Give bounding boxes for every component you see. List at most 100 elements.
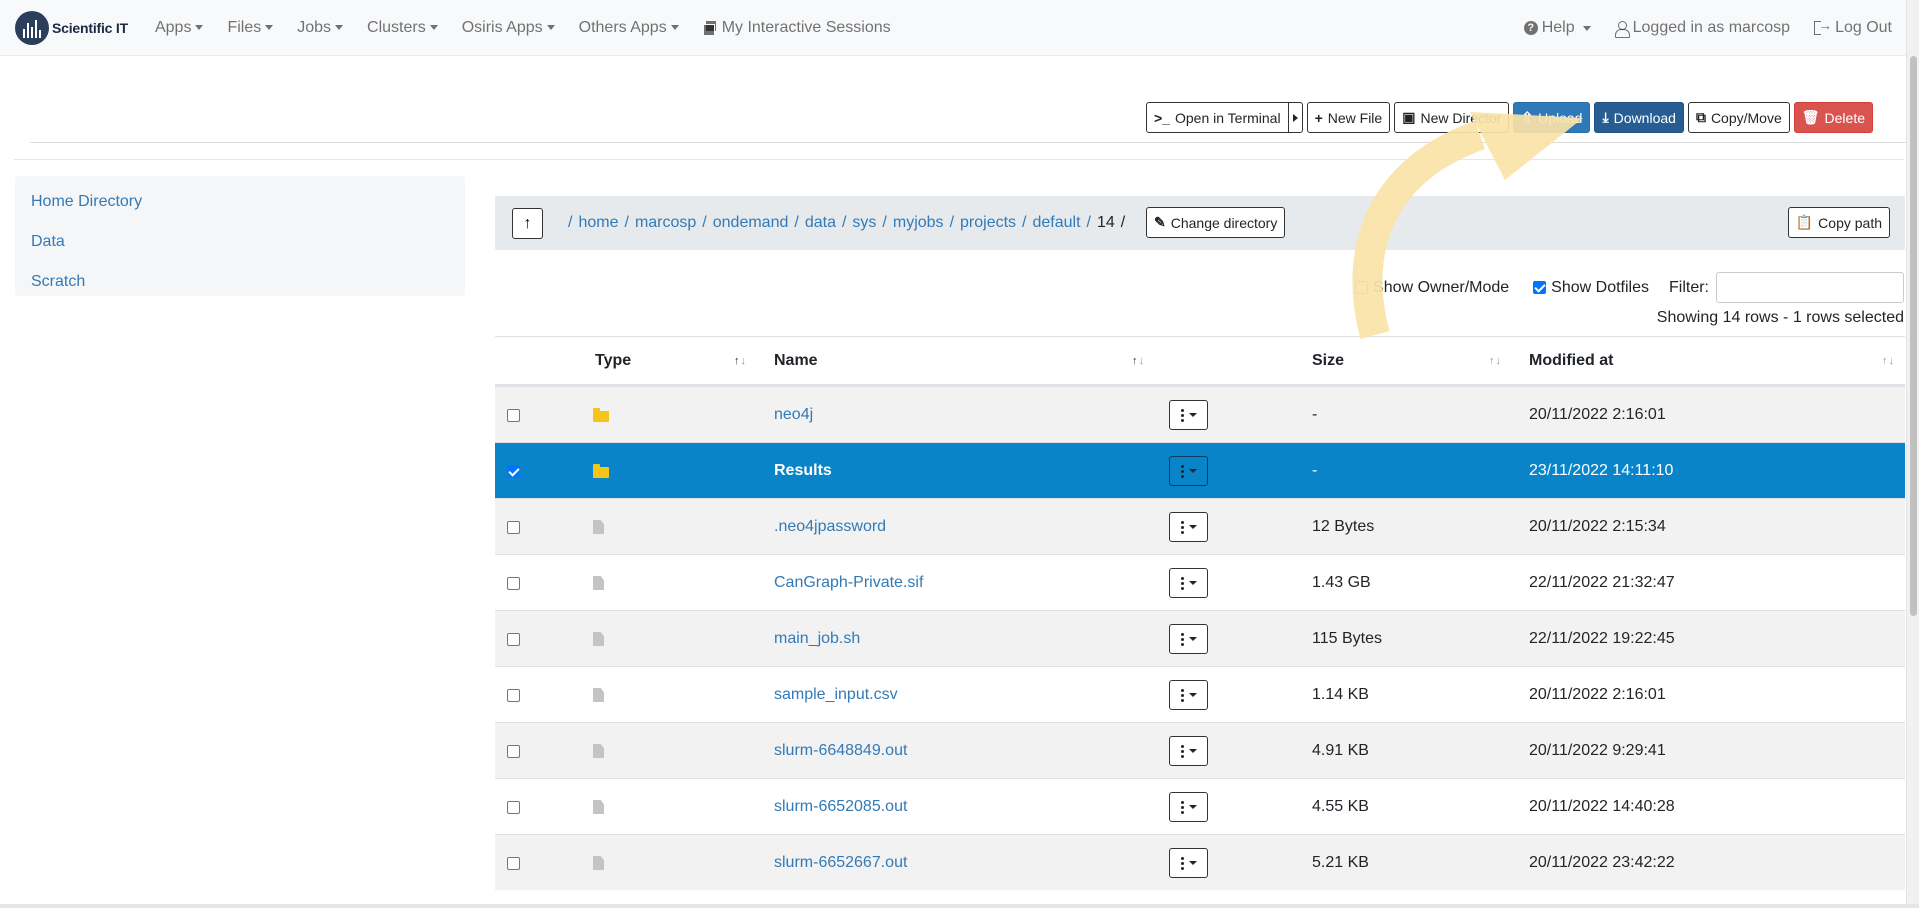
sidebar-item-scratch[interactable]: Scratch [15, 262, 465, 302]
folder-icon [593, 407, 609, 422]
breadcrumb-root[interactable]: / [568, 214, 572, 232]
file-name-link[interactable]: .neo4jpassword [774, 518, 886, 536]
nav-user[interactable]: Logged in as marcosp [1614, 19, 1791, 38]
table-row[interactable]: neo4j - 20/11/2022 2:16:01 [495, 386, 1905, 442]
type-sort-icon[interactable]: ↑↓ [734, 337, 747, 385]
rows-status: Showing 14 rows - 1 rows selected [1656, 309, 1904, 326]
file-name-link[interactable]: sample_input.csv [774, 686, 898, 704]
row-select-checkbox[interactable] [507, 744, 520, 758]
name-column-header[interactable]: Name [774, 337, 818, 385]
nav-apps[interactable]: Apps [155, 19, 204, 37]
row-select-checkbox[interactable] [507, 856, 520, 870]
row-select-checkbox[interactable] [507, 576, 520, 590]
row-actions-button[interactable] [1169, 568, 1208, 598]
row-select-checkbox[interactable] [507, 520, 520, 534]
caret-down-icon [1188, 581, 1197, 585]
actions-cell [1169, 499, 1208, 555]
new-directory-button[interactable]: ▣ New Director [1394, 102, 1510, 133]
row-select-checkbox[interactable] [507, 800, 520, 814]
row-actions-button[interactable] [1169, 512, 1208, 542]
nav-help[interactable]: ? Help [1523, 19, 1591, 37]
file-name-link[interactable]: slurm-6652085.out [774, 798, 907, 816]
row-select-checkbox[interactable] [507, 632, 520, 646]
breadcrumb-item[interactable]: sys [852, 214, 876, 232]
go-up-button[interactable]: ↑ [512, 208, 543, 239]
nav-clusters[interactable]: Clusters [367, 19, 438, 37]
file-name-link[interactable]: neo4j [774, 406, 813, 424]
file-name-link[interactable]: slurm-6652667.out [774, 854, 907, 872]
nav-logout[interactable]: Log Out [1814, 17, 1892, 37]
breadcrumb-item[interactable]: myjobs [893, 214, 944, 232]
table-row[interactable]: slurm-6648849.out 4.91 KB 20/11/2022 9:29:… [495, 722, 1905, 778]
show-owner-mode-toggle[interactable]: Show Owner/Mode [1355, 279, 1509, 297]
row-select-checkbox[interactable] [507, 408, 520, 422]
row-actions-button[interactable] [1169, 848, 1208, 878]
row-actions-button[interactable] [1169, 680, 1208, 710]
row-actions-button[interactable] [1169, 736, 1208, 766]
filter-input[interactable] [1716, 272, 1904, 303]
scrollbar-thumb[interactable] [1910, 56, 1917, 616]
breadcrumb-item[interactable]: projects [960, 214, 1016, 232]
table-row[interactable]: .neo4jpassword 12 Bytes 20/11/2022 2:15:34 [495, 498, 1905, 554]
file-name-link[interactable]: slurm-6648849.out [774, 742, 907, 760]
breadcrumb-separator: / [949, 214, 955, 231]
size-sort-icon[interactable]: ↑↓ [1489, 337, 1502, 385]
breadcrumb-item[interactable]: marcosp [635, 214, 696, 232]
caret-down-icon [195, 25, 204, 30]
show-owner-mode-checkbox[interactable] [1355, 281, 1369, 294]
nav-osiris-apps[interactable]: Osiris Apps [462, 19, 555, 37]
breadcrumb-item[interactable]: ondemand [713, 214, 789, 232]
name-sort-icon[interactable]: ↑↓ [1132, 337, 1145, 385]
actions-cell [1169, 835, 1208, 891]
file-name-link[interactable]: CanGraph-Private.sif [774, 574, 923, 592]
caret-down-icon [670, 25, 679, 30]
copy-move-button[interactable]: ⧉ Copy/Move [1687, 102, 1790, 133]
table-row[interactable]: slurm-6652667.out 5.21 KB 20/11/2022 23:42… [495, 834, 1905, 890]
new-file-button[interactable]: + New File [1306, 102, 1391, 133]
download-button[interactable]: ⤓ Download [1594, 102, 1684, 133]
row-actions-button[interactable] [1169, 456, 1208, 486]
upload-button[interactable]: ⇧ Upload [1513, 102, 1591, 133]
change-directory-button[interactable]: ✎ Change directory [1146, 207, 1286, 238]
table-row[interactable]: CanGraph-Private.sif 1.43 GB 22/11/2022 21… [495, 554, 1905, 610]
table-row[interactable]: Results - 23/11/2022 14:11:10 [495, 442, 1905, 498]
brand[interactable]: Scientific IT [15, 10, 128, 45]
open-in-terminal-button[interactable]: >_ Open in Terminal [1146, 102, 1289, 133]
show-dotfiles-toggle[interactable]: Show Dotfiles [1533, 279, 1649, 297]
row-select-checkbox[interactable] [507, 688, 520, 702]
file-name-link[interactable]: Results [774, 462, 832, 480]
user-label: Logged in as marcosp [1632, 19, 1791, 36]
nav-files[interactable]: Files [227, 19, 274, 37]
type-column-header[interactable]: Type [595, 337, 631, 385]
delete-button[interactable]: 🗑 Delete [1793, 102, 1873, 133]
row-select-cell [507, 443, 525, 499]
file-icon [593, 576, 604, 590]
sidebar-item-data[interactable]: Data [15, 222, 465, 262]
show-dotfiles-checkbox[interactable] [1533, 281, 1547, 294]
table-row[interactable]: main_job.sh 115 Bytes 22/11/2022 19:22:45 [495, 610, 1905, 666]
vertical-scrollbar[interactable] [1906, 0, 1919, 908]
modified-column-header[interactable]: Modified at [1529, 337, 1613, 385]
actions-cell [1169, 443, 1208, 499]
breadcrumb-item[interactable]: data [805, 214, 836, 232]
modified-sort-icon[interactable]: ↑↓ [1882, 337, 1895, 385]
table-row[interactable]: slurm-6652085.out 4.55 KB 20/11/2022 14:40… [495, 778, 1905, 834]
caret-down-icon [1188, 413, 1197, 417]
nav-my-interactive-sessions[interactable]: My Interactive Sessions [702, 19, 891, 37]
nav-jobs[interactable]: Jobs [297, 19, 344, 37]
size-column-header[interactable]: Size [1312, 337, 1344, 385]
nav-others-apps[interactable]: Others Apps [579, 19, 679, 37]
table-row[interactable]: sample_input.csv 1.14 KB 20/11/2022 2:16:0… [495, 666, 1905, 722]
sidebar-item-home-directory[interactable]: Home Directory [15, 182, 465, 222]
type-cell [593, 667, 604, 723]
breadcrumb-item[interactable]: default [1033, 214, 1081, 232]
breadcrumb-separator: / [1086, 214, 1091, 231]
row-actions-button[interactable] [1169, 792, 1208, 822]
breadcrumb-item[interactable]: home [578, 214, 618, 232]
row-actions-button[interactable] [1169, 400, 1208, 430]
file-name-link[interactable]: main_job.sh [774, 630, 860, 648]
row-actions-button[interactable] [1169, 624, 1208, 654]
copy-path-button[interactable]: 📋 Copy path [1787, 207, 1890, 238]
terminal-dropdown-toggle[interactable] [1287, 102, 1303, 133]
row-select-checkbox[interactable] [507, 464, 520, 478]
